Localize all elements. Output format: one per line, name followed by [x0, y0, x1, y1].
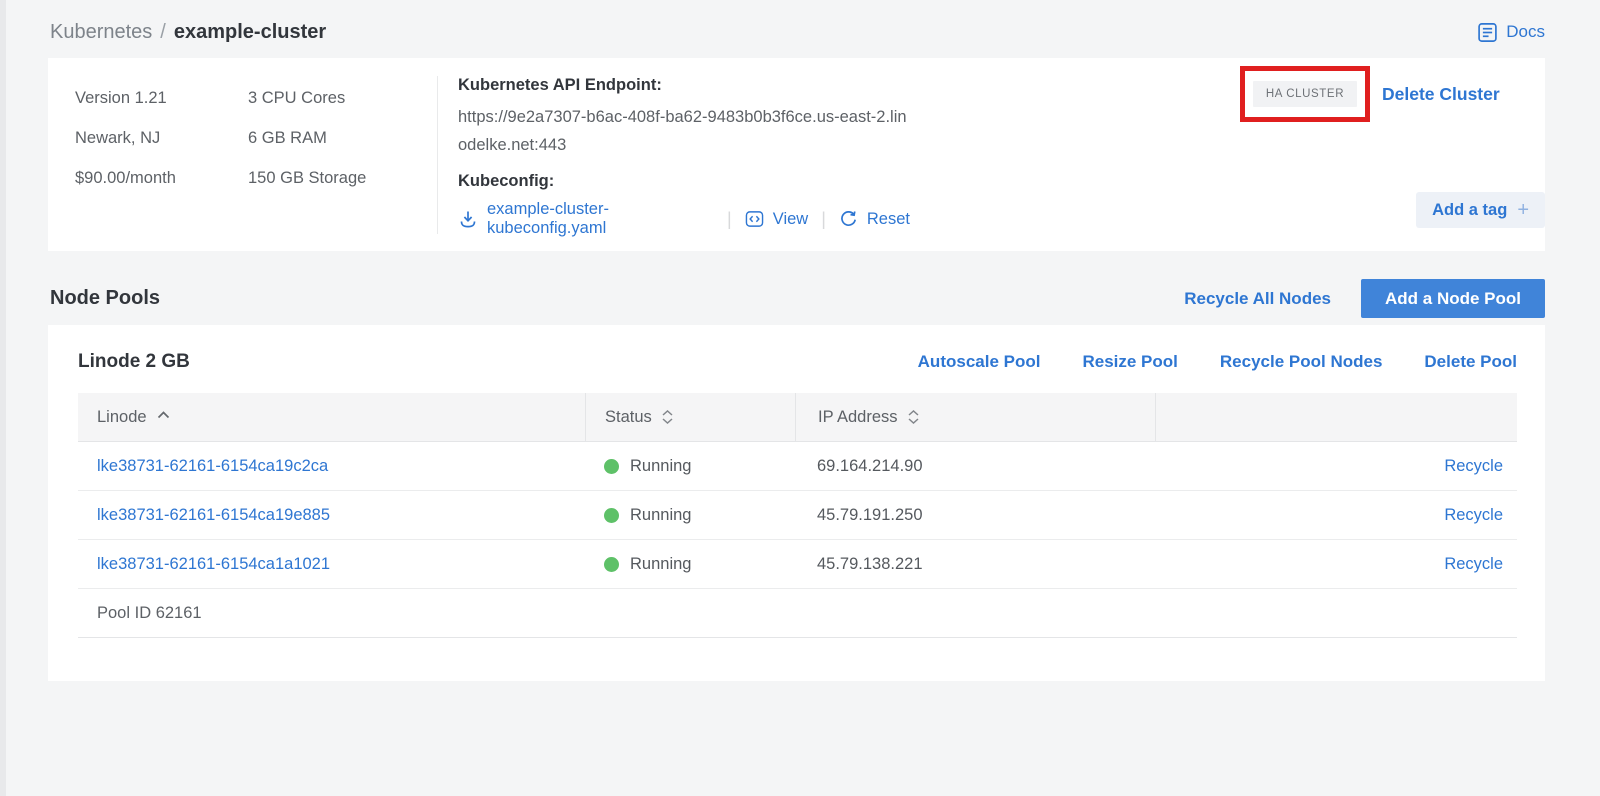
column-header-linode[interactable]: Linode: [78, 393, 585, 441]
recycle-node-button[interactable]: Recycle: [1444, 506, 1503, 525]
node-status: Running: [630, 506, 691, 525]
pool-name: Linode 2 GB: [78, 351, 190, 373]
table-footer-row: Pool ID 62161: [78, 589, 1517, 638]
cluster-summary-card: Version 1.21 Newark, NJ $90.00/month 3 C…: [48, 58, 1545, 251]
cluster-storage: 150 GB Storage: [248, 158, 366, 198]
view-code-icon: [745, 210, 764, 228]
endpoint-block: Kubernetes API Endpoint: https://9e2a730…: [458, 76, 910, 238]
recycle-pool-nodes-button[interactable]: Recycle Pool Nodes: [1220, 352, 1383, 372]
table-header-row: Linode Status IP Address: [78, 393, 1517, 442]
cluster-region: Newark, NJ: [75, 118, 176, 158]
reset-icon: [839, 210, 858, 229]
node-ip: 69.164.214.90: [817, 457, 923, 476]
add-tag-button[interactable]: Add a tag +: [1416, 192, 1545, 228]
status-running-icon: [604, 459, 619, 474]
pool-actions: Autoscale Pool Resize Pool Recycle Pool …: [918, 352, 1517, 372]
delete-cluster-button[interactable]: Delete Cluster: [1382, 84, 1500, 105]
cluster-cpu: 3 CPU Cores: [248, 78, 366, 118]
add-tag-label: Add a tag: [1432, 201, 1507, 220]
node-status: Running: [630, 457, 691, 476]
resize-pool-button[interactable]: Resize Pool: [1082, 352, 1177, 372]
table-row: lke38731-62161-6154ca19c2ca Running 69.1…: [78, 442, 1517, 491]
download-icon: [458, 209, 478, 229]
column-header-status[interactable]: Status: [585, 393, 795, 441]
page-left-edge: [0, 0, 6, 796]
table-row: lke38731-62161-6154ca19e885 Running 45.7…: [78, 491, 1517, 540]
sort-ascending-icon: [157, 405, 170, 424]
page-title: example-cluster: [174, 21, 326, 44]
add-node-pool-button[interactable]: Add a Node Pool: [1361, 279, 1545, 318]
node-ip: 45.79.138.221: [817, 555, 923, 574]
api-endpoint-label: Kubernetes API Endpoint:: [458, 76, 910, 95]
node-link[interactable]: lke38731-62161-6154ca1a1021: [97, 555, 330, 574]
highlight-annotation: HA CLUSTER: [1240, 66, 1370, 122]
node-link[interactable]: lke38731-62161-6154ca19c2ca: [97, 457, 328, 476]
docs-icon: [1477, 22, 1498, 43]
docs-label: Docs: [1506, 22, 1545, 42]
pool-id: Pool ID 62161: [78, 604, 202, 623]
sort-both-icon: [908, 410, 919, 424]
kubeconfig-label: Kubeconfig:: [458, 172, 910, 191]
column-header-actions: [1155, 393, 1517, 441]
kubeconfig-divider-2: |: [817, 209, 830, 230]
node-pools-actions: Recycle All Nodes Add a Node Pool: [1184, 279, 1545, 318]
breadcrumb-separator: /: [160, 21, 166, 44]
node-status: Running: [630, 555, 691, 574]
kubeconfig-row: example-cluster-kubeconfig.yaml | View |…: [458, 200, 910, 238]
breadcrumb-kubernetes[interactable]: Kubernetes: [50, 21, 152, 44]
recycle-node-button[interactable]: Recycle: [1444, 555, 1503, 574]
node-pool-card: Linode 2 GB Autoscale Pool Resize Pool R…: [48, 325, 1545, 681]
recycle-all-nodes-button[interactable]: Recycle All Nodes: [1184, 289, 1331, 309]
plus-icon: +: [1517, 200, 1529, 220]
node-pools-title: Node Pools: [50, 287, 160, 310]
breadcrumb-bar: Kubernetes / example-cluster Docs: [50, 16, 1545, 48]
kubeconfig-view-link[interactable]: View: [773, 210, 808, 229]
pool-head: Linode 2 GB Autoscale Pool Resize Pool R…: [48, 325, 1545, 393]
ha-cluster-badge: HA CLUSTER: [1253, 81, 1357, 107]
cluster-ram: 6 GB RAM: [248, 118, 366, 158]
docs-link[interactable]: Docs: [1477, 22, 1545, 43]
nodes-table: Linode Status IP Address: [78, 393, 1517, 638]
node-ip: 45.79.191.250: [817, 506, 923, 525]
cluster-specs-column-1: Version 1.21 Newark, NJ $90.00/month: [75, 78, 176, 198]
sort-both-icon: [662, 410, 673, 424]
cluster-version: Version 1.21: [75, 78, 176, 118]
autoscale-pool-button[interactable]: Autoscale Pool: [918, 352, 1041, 372]
kubeconfig-download-link[interactable]: example-cluster-kubeconfig.yaml: [487, 200, 714, 238]
node-link[interactable]: lke38731-62161-6154ca19e885: [97, 506, 330, 525]
kubeconfig-divider-1: |: [723, 209, 736, 230]
node-pools-header: Node Pools Recycle All Nodes Add a Node …: [50, 279, 1545, 318]
cluster-price: $90.00/month: [75, 158, 176, 198]
cluster-specs-column-2: 3 CPU Cores 6 GB RAM 150 GB Storage: [248, 78, 366, 198]
kubeconfig-reset-link[interactable]: Reset: [867, 210, 910, 229]
summary-vertical-divider: [437, 76, 438, 234]
table-row: lke38731-62161-6154ca1a1021 Running 45.7…: [78, 540, 1517, 589]
column-header-ip-address[interactable]: IP Address: [795, 393, 1155, 441]
api-endpoint-url: https://9e2a7307-b6ac-408f-ba62-9483b0b3…: [458, 103, 910, 159]
breadcrumb: Kubernetes / example-cluster: [50, 21, 326, 44]
status-running-icon: [604, 557, 619, 572]
delete-pool-button[interactable]: Delete Pool: [1424, 352, 1517, 372]
status-running-icon: [604, 508, 619, 523]
recycle-node-button[interactable]: Recycle: [1444, 457, 1503, 476]
